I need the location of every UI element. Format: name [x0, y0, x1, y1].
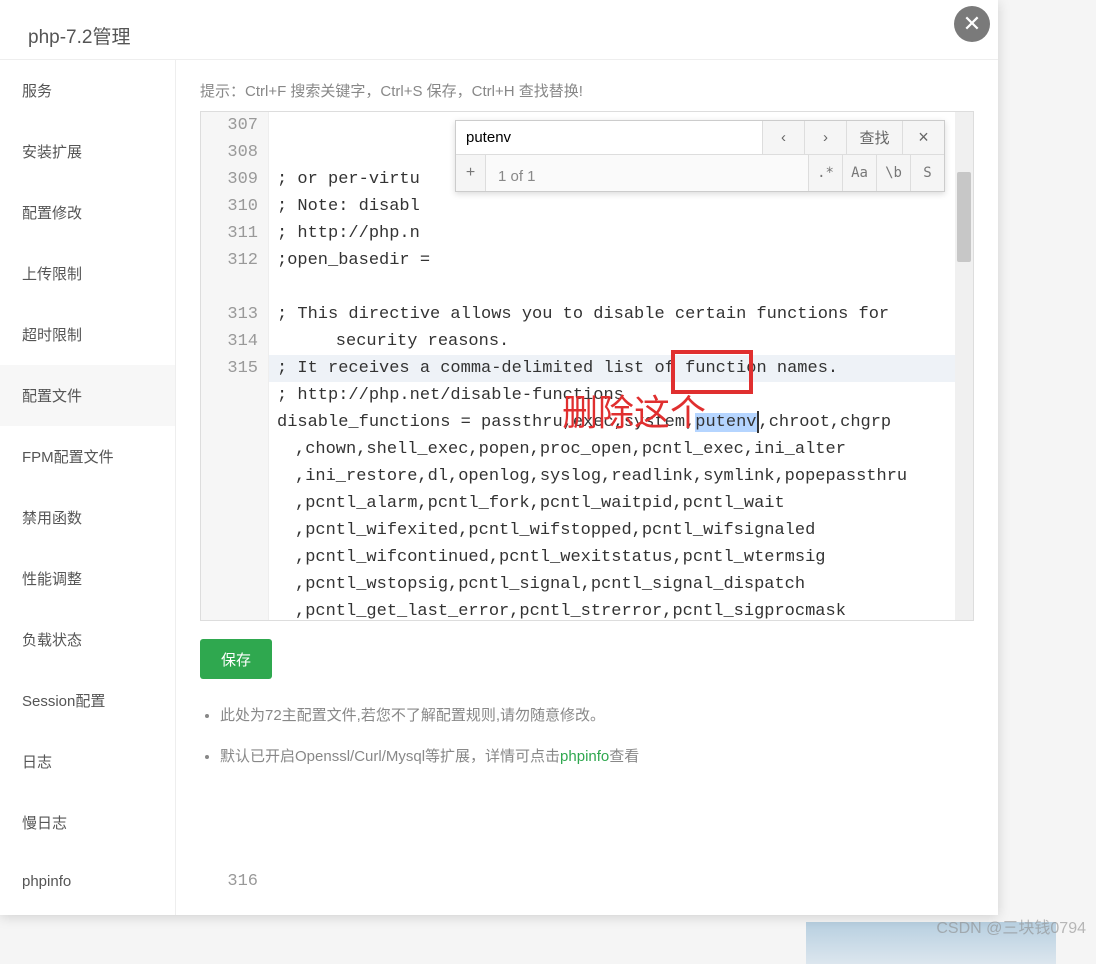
- find-input[interactable]: [456, 121, 762, 154]
- note-item: 此处为72主配置文件,若您不了解配置规则,请勿随意修改。: [220, 705, 974, 728]
- find-panel: ‹ › 查找 × + 1 of 1 .* Aa \b S: [455, 120, 945, 192]
- sidebar-item-4[interactable]: 超时限制: [0, 304, 175, 365]
- phpinfo-link[interactable]: phpinfo: [560, 748, 609, 765]
- sidebar-item-2[interactable]: 配置修改: [0, 182, 175, 243]
- content-pane: 提示：Ctrl+F 搜索关键字，Ctrl+S 保存，Ctrl+H 查找替换! 3…: [176, 60, 998, 915]
- sidebar-item-11[interactable]: 日志: [0, 731, 175, 792]
- find-regex-toggle[interactable]: .*: [808, 155, 842, 191]
- find-word-toggle[interactable]: \b: [876, 155, 910, 191]
- code-line[interactable]: ,chown,shell_exec,popen,proc_open,pcntl_…: [277, 436, 955, 463]
- sidebar-item-1[interactable]: 安装扩展: [0, 121, 175, 182]
- note-item: 默认已开启Openssl/Curl/Mysql等扩展，详情可点击phpinfo查…: [220, 746, 974, 769]
- code-line[interactable]: [277, 274, 955, 301]
- sidebar-item-10[interactable]: Session配置: [0, 670, 175, 731]
- sidebar-item-5[interactable]: 配置文件: [0, 365, 175, 426]
- code-line[interactable]: security reasons.: [277, 328, 955, 355]
- watermark: CSDN @三块钱0794: [936, 914, 1086, 938]
- code-line[interactable]: ; http://php.n: [277, 220, 955, 247]
- code-line[interactable]: ,pcntl_wifcontinued,pcntl_wexitstatus,pc…: [277, 544, 955, 571]
- find-button[interactable]: 查找: [846, 121, 902, 154]
- find-close-button[interactable]: ×: [902, 121, 944, 154]
- scrollbar[interactable]: [955, 112, 973, 620]
- find-selection-toggle[interactable]: S: [910, 155, 944, 191]
- line-number-gutter: 307308309310311312313314315316: [201, 112, 269, 620]
- code-line[interactable]: ,pcntl_get_last_error,pcntl_strerror,pcn…: [277, 598, 955, 620]
- modal-body: 服务安装扩展配置修改上传限制超时限制配置文件FPM配置文件禁用函数性能调整负载状…: [0, 59, 998, 915]
- note-text: 查看: [609, 748, 639, 765]
- code-line[interactable]: ;open_basedir =: [277, 247, 955, 274]
- scrollbar-thumb[interactable]: [957, 172, 971, 262]
- code-editor[interactable]: 307308309310311312313314315316 ; or per-…: [200, 111, 974, 621]
- sidebar-item-12[interactable]: 慢日志: [0, 792, 175, 853]
- sidebar-item-9[interactable]: 负载状态: [0, 609, 175, 670]
- editor-hint: 提示：Ctrl+F 搜索关键字，Ctrl+S 保存，Ctrl+H 查找替换!: [200, 80, 974, 101]
- sidebar-item-8[interactable]: 性能调整: [0, 548, 175, 609]
- sidebar-item-7[interactable]: 禁用函数: [0, 487, 175, 548]
- sidebar-item-13[interactable]: phpinfo: [0, 853, 175, 910]
- code-line[interactable]: ; It receives a comma-delimited list of …: [277, 355, 955, 382]
- find-prev-button[interactable]: ‹: [762, 121, 804, 154]
- code-line[interactable]: ,pcntl_wstopsig,pcntl_signal,pcntl_signa…: [277, 571, 955, 598]
- find-expand-button[interactable]: +: [456, 155, 486, 191]
- code-line[interactable]: ; This directive allows you to disable c…: [277, 301, 955, 328]
- php-settings-modal: php-7.2管理 服务安装扩展配置修改上传限制超时限制配置文件FPM配置文件禁…: [0, 0, 998, 915]
- modal-title: php-7.2管理: [0, 0, 998, 59]
- sidebar: 服务安装扩展配置修改上传限制超时限制配置文件FPM配置文件禁用函数性能调整负载状…: [0, 60, 176, 915]
- note-text: 默认已开启Openssl/Curl/Mysql等扩展，详情可点击: [220, 748, 560, 765]
- sidebar-item-0[interactable]: 服务: [0, 60, 175, 121]
- sidebar-item-6[interactable]: FPM配置文件: [0, 426, 175, 487]
- code-line[interactable]: ; http://php.net/disable-functions: [277, 382, 955, 409]
- code-line[interactable]: ,pcntl_alarm,pcntl_fork,pcntl_waitpid,pc…: [277, 490, 955, 517]
- find-row-options: + 1 of 1 .* Aa \b S: [456, 155, 944, 191]
- find-count: 1 of 1: [486, 155, 808, 191]
- code-line[interactable]: ,pcntl_wifexited,pcntl_wifstopped,pcntl_…: [277, 517, 955, 544]
- find-next-button[interactable]: ›: [804, 121, 846, 154]
- find-case-toggle[interactable]: Aa: [842, 155, 876, 191]
- close-icon[interactable]: ✕: [954, 6, 990, 42]
- code-line[interactable]: ,ini_restore,dl,openlog,syslog,readlink,…: [277, 463, 955, 490]
- notes-list: 此处为72主配置文件,若您不了解配置规则,请勿随意修改。 默认已开启Openss…: [200, 705, 974, 786]
- code-line[interactable]: ; Note: disabl: [277, 193, 955, 220]
- code-line[interactable]: disable_functions = passthru,exec,system…: [277, 409, 955, 436]
- sidebar-item-3[interactable]: 上传限制: [0, 243, 175, 304]
- find-row-main: ‹ › 查找 ×: [456, 121, 944, 155]
